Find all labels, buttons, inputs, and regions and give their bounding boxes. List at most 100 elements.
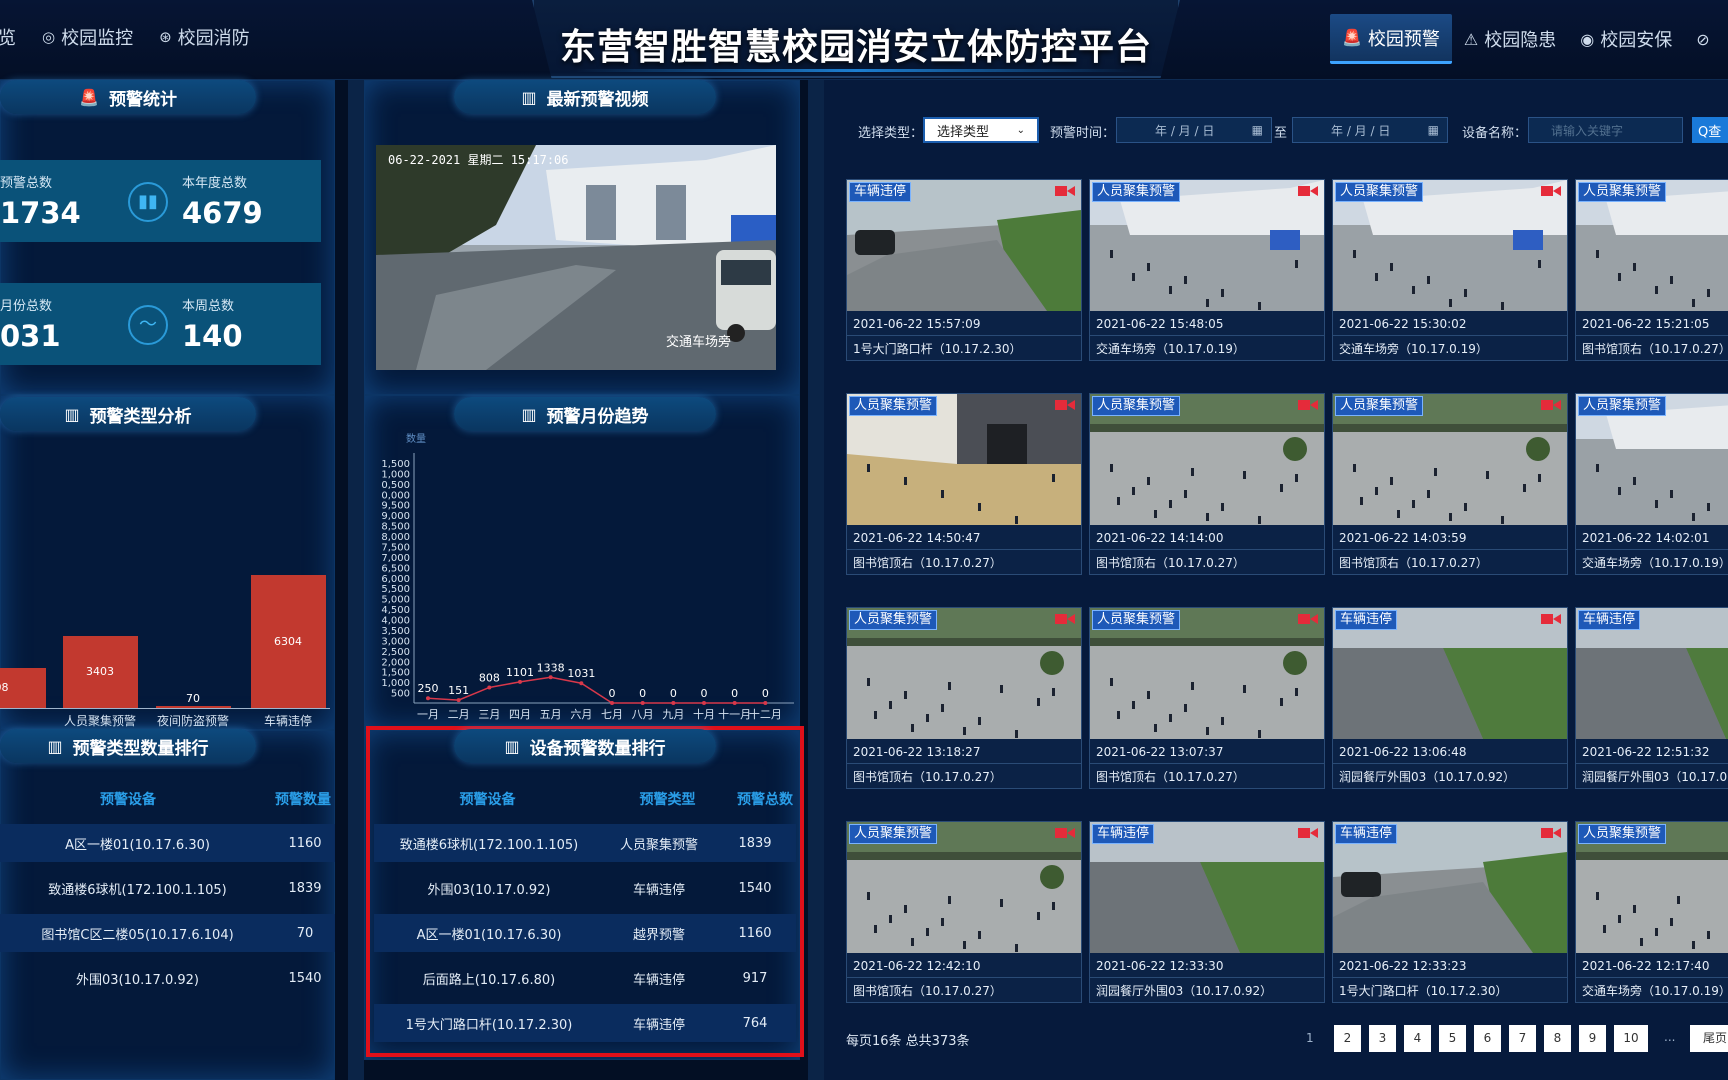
y-tick-label: 2,500	[381, 647, 410, 658]
alert-card[interactable]: 车辆违停 2021-06-22 15:57:09 1号大门路口杆（10.17.2.3…	[846, 179, 1082, 361]
page-button[interactable]: 10	[1614, 1025, 1648, 1052]
alert-type-tag: 人员聚集预警	[1578, 824, 1667, 844]
alert-card[interactable]: 人员聚集预警 2021-06-22 15:21:05 图书馆顶右（10.17.0.2…	[1575, 179, 1728, 361]
alert-card[interactable]: 车辆违停 2021-06-22 12:33:23 1号大门路口杆（10.17.2.3…	[1332, 821, 1568, 1003]
alert-card[interactable]: 人员聚集预警 2021-06-22 14:02:01 交通车场旁（10.17.0.1…	[1575, 393, 1728, 575]
data-point	[763, 701, 768, 705]
page-button[interactable]: 8	[1544, 1025, 1571, 1052]
device-ranking-title-text: 设备预警数量排行	[529, 738, 666, 759]
alert-type-tag: 人员聚集预警	[849, 610, 938, 630]
alert-card[interactable]: 人员聚集预警 2021-06-22 15:48:05 交通车场旁（10.17.0.1…	[1089, 179, 1325, 361]
type-cell: 人员聚集预警	[619, 837, 698, 853]
device-search-input[interactable]: 请输入关键字	[1528, 117, 1683, 143]
page-button[interactable]: 7	[1509, 1025, 1536, 1052]
alert-time: 2021-06-22 13:18:27	[853, 745, 981, 759]
alert-time: 2021-06-22 14:14:00	[1096, 531, 1224, 545]
alert-card[interactable]: 人员聚集预警 2021-06-22 14:14:00 图书馆顶右（10.17.0.2…	[1089, 393, 1325, 575]
table-row[interactable]: 1号大门路口杆(10.17.2.30) 车辆违停 764	[374, 1004, 796, 1042]
y-tick-label: 0,500	[381, 480, 410, 491]
alert-card[interactable]: 人员聚集预警 2021-06-22 14:50:47 图书馆顶右（10.17.0.2…	[846, 393, 1082, 575]
x-tick-label: 九月	[662, 708, 684, 721]
date-from-input[interactable]: 年 / 月 / 日 ▦	[1116, 117, 1272, 143]
nav-item-security[interactable]: ◉ 校园安保	[1568, 14, 1684, 64]
video-camera-icon[interactable]	[1541, 612, 1561, 626]
nav-left: 览 ◎ 校园监控 ⊛ 校园消防	[0, 24, 276, 50]
alert-time: 2021-06-22 15:48:05	[1096, 317, 1224, 331]
alert-card[interactable]: 人员聚集预警 2021-06-22 12:42:10 图书馆顶右（10.17.0.2…	[846, 821, 1082, 1003]
nav-item-monitor[interactable]: ◎ 校园监控	[42, 24, 133, 50]
video-camera-icon[interactable]	[1055, 398, 1075, 412]
y-tick-label: 500	[391, 689, 410, 700]
page-title: 东营智胜智慧校园消安立体防控平台	[559, 27, 1152, 68]
y-tick-label: 9,500	[381, 501, 410, 512]
alert-card[interactable]: 车辆违停 2021-06-22 12:51:32 润园餐厅外围03（10.17.0.…	[1575, 607, 1728, 789]
nav-label: 校园隐患	[1484, 30, 1557, 51]
count-cell: 764	[742, 1015, 768, 1031]
device-cell: 后面路上(10.17.6.80)	[422, 972, 556, 988]
nav-item-warning[interactable]: 🚨 校园预警	[1330, 14, 1452, 64]
type-cell: 车辆违停	[632, 882, 685, 898]
video-camera-icon[interactable]	[1055, 612, 1075, 626]
video-camera-icon[interactable]	[1541, 398, 1561, 412]
page-button[interactable]: 5	[1439, 1025, 1466, 1052]
nav-item-hazard[interactable]: ⚠ 校园隐患	[1452, 14, 1568, 64]
video-camera-icon[interactable]	[1055, 184, 1075, 198]
table-row[interactable]: 图书馆C区二楼05(10.17.6.104) 70	[0, 914, 335, 952]
page-button[interactable]: 2	[1334, 1025, 1361, 1052]
alert-card[interactable]: 车辆违停 2021-06-22 12:33:30 润园餐厅外围03（10.17.0.…	[1089, 821, 1325, 1003]
table-row[interactable]: 外围03(10.17.0.92) 1540	[0, 959, 335, 997]
alert-time: 2021-06-22 13:06:48	[1339, 745, 1467, 759]
video-camera-icon[interactable]	[1298, 612, 1318, 626]
nav-item-fire[interactable]: ⊛ 校园消防	[159, 24, 250, 50]
table-row[interactable]: 致通楼6球机(172.100.1.105) 人员聚集预警 1839	[374, 824, 796, 862]
video-camera-icon[interactable]	[1541, 184, 1561, 198]
last-page-button[interactable]: 尾页	[1690, 1025, 1728, 1052]
divider	[1090, 763, 1324, 764]
alert-location: 图书馆顶右（10.17.0.27）	[1096, 770, 1245, 784]
y-tick-label: 9,000	[381, 511, 410, 522]
video-camera-icon[interactable]	[1298, 184, 1318, 198]
nav-item-overview[interactable]: 览	[0, 24, 16, 50]
video-watermark: 交通车场旁	[666, 335, 732, 350]
alert-time: 2021-06-22 12:17:40	[1582, 959, 1710, 973]
video-camera-icon[interactable]	[1298, 826, 1318, 840]
video-player[interactable]: 06-22-2021 星期二 15:17:06 交通车场旁	[376, 145, 776, 370]
alert-type-tag: 车辆违停	[1335, 610, 1398, 630]
column-divider	[808, 80, 824, 1080]
alert-card[interactable]: 人员聚集预警 2021-06-22 14:03:59 图书馆顶右（10.17.0.2…	[1332, 393, 1568, 575]
data-point	[456, 698, 461, 703]
alarm-icon: 🚨	[79, 87, 99, 107]
table-header: 预警总数	[737, 792, 793, 808]
table-row[interactable]: 后面路上(10.17.6.80) 车辆违停 917	[374, 959, 796, 997]
table-row[interactable]: A区一楼01(10.17.6.30) 1160	[0, 824, 335, 862]
device-cell: 外围03(10.17.0.92)	[427, 882, 551, 898]
video-camera-icon[interactable]	[1055, 826, 1075, 840]
query-button[interactable]: Q查	[1692, 117, 1728, 143]
bar-label: 908	[0, 680, 9, 694]
count-cell: 70	[296, 925, 314, 941]
divider	[1333, 335, 1567, 336]
table-row[interactable]: A区一楼01(10.17.6.30) 越界预警 1160	[374, 914, 796, 952]
date-to-input[interactable]: 年 / 月 / 日 ▦	[1292, 117, 1448, 143]
video-camera-icon[interactable]	[1541, 826, 1561, 840]
table-header: 预警类型	[639, 792, 696, 808]
table-row[interactable]: 外围03(10.17.0.92) 车辆违停 1540	[374, 869, 796, 907]
alert-card[interactable]: 人员聚集预警 2021-06-22 15:30:02 交通车场旁（10.17.0.1…	[1332, 179, 1568, 361]
page-button[interactable]: 4	[1404, 1025, 1431, 1052]
alert-card[interactable]: 车辆违停 2021-06-22 13:06:48 润园餐厅外围03（10.17.0.…	[1332, 607, 1568, 789]
alert-card[interactable]: 人员聚集预警 2021-06-22 12:17:40 交通车场旁（10.17.0.1…	[1575, 821, 1728, 1003]
page-button[interactable]: 6	[1474, 1025, 1501, 1052]
page-current[interactable]: 1	[1306, 1031, 1314, 1045]
nav-item-more[interactable]: ⊘	[1684, 14, 1727, 64]
page-button[interactable]: 9	[1579, 1025, 1606, 1052]
alarm-icon: 🚨	[1342, 28, 1362, 47]
page-button[interactable]: 3	[1369, 1025, 1396, 1052]
table-row[interactable]: 致通楼6球机(172.100.1.105) 1839	[0, 869, 335, 907]
alert-card[interactable]: 人员聚集预警 2021-06-22 13:07:37 图书馆顶右（10.17.0.2…	[1089, 607, 1325, 789]
alert-type-tag: 车辆违停	[849, 182, 912, 202]
video-camera-icon[interactable]	[1298, 398, 1318, 412]
device-cell: 图书馆C区二楼05(10.17.6.104)	[41, 927, 234, 943]
type-select[interactable]: 选择类型 ⌄	[923, 117, 1039, 143]
alert-time: 2021-06-22 15:57:09	[853, 317, 981, 331]
alert-card[interactable]: 人员聚集预警 2021-06-22 13:18:27 图书馆顶右（10.17.0.2…	[846, 607, 1082, 789]
